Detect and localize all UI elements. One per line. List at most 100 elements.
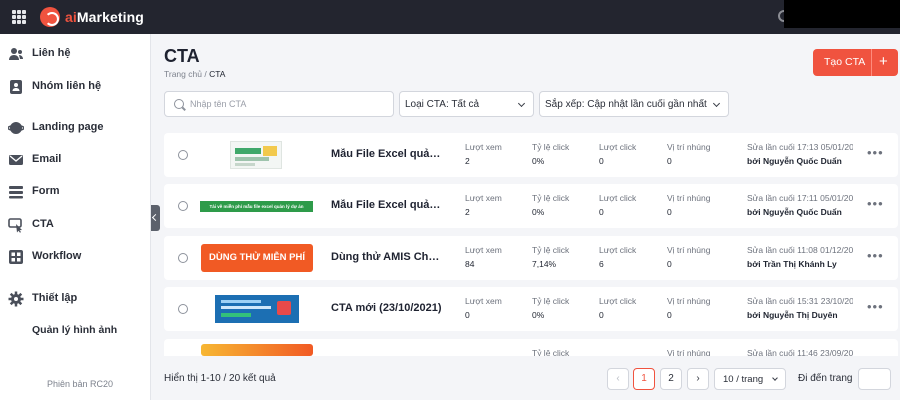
cta-thumbnail: Tải về miễn phí mẫu file excel quản lý d… [200, 201, 313, 212]
sidebar-item-email[interactable]: Email [0, 148, 151, 172]
table-row[interactable]: Mẫu File Excel quản lý dự án Lượt xem 2 T… [164, 133, 898, 177]
sidebar-item-workflow[interactable]: Workflow [0, 245, 151, 269]
clicks-header: Lượt click [599, 296, 637, 306]
sidebar-item-image-manager[interactable]: Quản lý hình ảnh [0, 319, 151, 343]
sidebar-item-label: Quản lý hình ảnh [32, 324, 118, 336]
app-grid-icon[interactable] [12, 10, 26, 24]
last-edited-cell: Sửa lần cuối 11:08 01/12/2021 bởi Trần Th… [747, 245, 853, 269]
cta-thumbnail [230, 141, 282, 169]
sidebar-item-label: Landing page [32, 121, 104, 133]
sidebar-item-settings[interactable]: Thiết lập [0, 287, 151, 311]
chevron-down-icon [712, 99, 721, 108]
embed-header: Vị trí nhúng [667, 245, 711, 255]
sidebar-item-contact-groups[interactable]: Nhóm liên hệ [0, 75, 151, 99]
ctr-value: 0% [532, 156, 545, 166]
clicks-value: 0 [599, 310, 604, 320]
cta-name[interactable]: Mẫu File Excel quản lý dự án [331, 199, 443, 211]
breadcrumb-current: CTA [209, 69, 226, 79]
more-options-icon[interactable]: ••• [867, 145, 884, 160]
sidebar-item-label: Nhóm liên hệ [32, 80, 102, 92]
last-edited-by: bởi Nguyễn Thị Duyên [747, 310, 838, 320]
more-options-icon[interactable]: ••• [867, 299, 884, 314]
sidebar-collapse-handle[interactable] [151, 205, 160, 231]
views-cell: Lượt xem 2 [465, 193, 502, 217]
pagination-bar: Hiển thị 1-10 / 20 kết quả ‹ 1 2 › 10 / … [151, 356, 900, 400]
clicks-header: Lượt click [599, 142, 637, 152]
chevron-down-icon [517, 99, 526, 108]
goto-page-input[interactable] [858, 368, 891, 390]
table-row[interactable]: DÙNG THỬ MIỄN PHÍ Dùng thử AMIS Chấm côn… [164, 236, 898, 280]
ctr-cell: Tỷ lệ click 7,14% [532, 245, 569, 269]
plus-icon[interactable]: + [879, 53, 888, 70]
embed-value: 0 [667, 310, 672, 320]
sidebar-item-landing-page[interactable]: Landing page [0, 116, 151, 140]
page-title: CTA [164, 46, 200, 66]
ctr-header: Tỷ lệ click [532, 193, 570, 203]
row-select-radio[interactable] [178, 304, 188, 314]
sidebar-item-form[interactable]: Form [0, 180, 151, 204]
page-size-select[interactable]: 10 / trang [714, 368, 786, 390]
cta-thumbnail [215, 295, 299, 323]
contacts-icon [9, 48, 23, 60]
page-2-button[interactable]: 2 [660, 368, 682, 390]
page-1-button[interactable]: 1 [633, 368, 655, 390]
last-edited-cell: Sửa lần cuối 17:11 05/01/2022 bởi Nguyễn … [747, 193, 853, 217]
views-header: Lượt xem [465, 142, 502, 152]
clicks-value: 0 [599, 156, 604, 166]
cta-name[interactable]: Mẫu File Excel quản lý dự án [331, 148, 443, 160]
cta-type-value: Loại CTA: Tất cả [405, 99, 480, 110]
ctr-cell: Tỷ lệ click 0% [532, 296, 569, 320]
clicks-header: Lượt click [599, 193, 637, 203]
last-edited-time: Sửa lần cuối 17:13 05/01/2022 [747, 142, 853, 152]
cta-name[interactable]: CTA mới (23/10/2021) [331, 302, 443, 314]
views-value: 84 [465, 259, 475, 269]
embed-value: 0 [667, 156, 672, 166]
sort-value: Sắp xếp: Cập nhật lần cuối gần nhất [545, 99, 707, 110]
cta-type-select[interactable]: Loại CTA: Tất cả [399, 91, 534, 117]
workflow-icon [9, 250, 23, 264]
search-icon [174, 99, 184, 109]
embed-value: 0 [667, 207, 672, 217]
ctr-cell: Tỷ lệ click 0% [532, 142, 569, 166]
views-value: 2 [465, 207, 470, 217]
clicks-cell: Lượt click 0 [599, 142, 636, 166]
app-logo[interactable]: aiMarketing [40, 7, 144, 27]
email-icon [9, 155, 23, 165]
ctr-cell: Tỷ lệ click 0% [532, 193, 569, 217]
last-edited-cell: Sửa lần cuối 15:31 23/10/2021 bởi Nguyễn … [747, 296, 853, 320]
ctr-header: Tỷ lệ click [532, 142, 570, 152]
sidebar: Liên hệ Nhóm liên hệ Landing page Email … [0, 34, 151, 400]
sidebar-item-label: Form [32, 185, 60, 197]
next-page-button[interactable]: › [687, 368, 709, 390]
top-bar: aiMarketing [0, 0, 900, 34]
table-row[interactable]: CTA mới (23/10/2021) Lượt xem 0 Tỷ lệ cli… [164, 287, 898, 331]
sidebar-item-label: Email [32, 153, 62, 165]
cta-name[interactable]: Dùng thử AMIS Chấm công [331, 251, 443, 263]
brand-name: Marketing [76, 9, 144, 25]
last-edited-by: bởi Trần Thị Khánh Ly [747, 259, 837, 269]
last-edited-time: Sửa lần cuối 15:31 23/10/2021 [747, 296, 853, 306]
more-options-icon[interactable]: ••• [867, 196, 884, 211]
search-input[interactable] [190, 97, 385, 111]
table-row[interactable]: Tải về miễn phí mẫu file excel quản lý d… [164, 184, 898, 228]
views-header: Lượt xem [465, 296, 502, 306]
sidebar-item-cta[interactable]: CTA [0, 213, 151, 237]
create-cta-button[interactable]: Tạo CTA + [813, 49, 898, 76]
breadcrumb-home[interactable]: Trang chủ [164, 69, 202, 79]
row-select-radio[interactable] [178, 150, 188, 160]
breadcrumb: Trang chủ / CTA [164, 69, 225, 79]
clicks-value: 6 [599, 259, 604, 269]
prev-page-button[interactable]: ‹ [607, 368, 629, 390]
ctr-value: 7,14% [532, 259, 557, 269]
embed-header: Vị trí nhúng [667, 296, 711, 306]
more-options-icon[interactable]: ••• [867, 248, 884, 263]
sidebar-item-label: Liên hệ [32, 47, 71, 59]
row-select-radio[interactable] [178, 253, 188, 263]
views-value: 0 [465, 310, 470, 320]
row-select-radio[interactable] [178, 201, 188, 211]
sidebar-item-contacts[interactable]: Liên hệ [0, 42, 151, 66]
sort-select[interactable]: Sắp xếp: Cập nhật lần cuối gần nhất [539, 91, 729, 117]
top-right-area [784, 0, 900, 28]
search-field[interactable] [164, 91, 394, 117]
form-icon [9, 186, 23, 199]
